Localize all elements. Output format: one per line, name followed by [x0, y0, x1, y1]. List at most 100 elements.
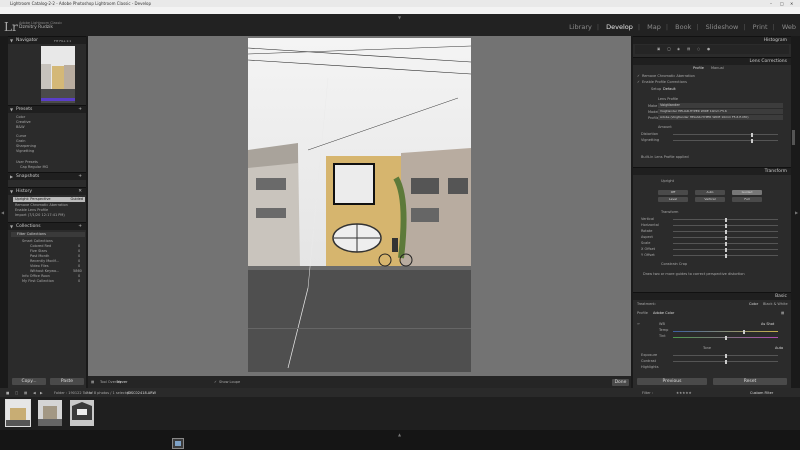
- crop-tool-icon[interactable]: ▣: [657, 47, 660, 51]
- copy-button[interactable]: Copy...: [12, 378, 46, 385]
- collection-set[interactable]: Smart Collections: [22, 239, 53, 243]
- slider-knob[interactable]: [725, 353, 727, 358]
- add-snapshot-icon[interactable]: +: [78, 174, 82, 179]
- collection-item[interactable]: My First Collection: [22, 279, 54, 283]
- maximize-icon[interactable]: □: [780, 1, 784, 6]
- photo-preview[interactable]: [248, 38, 471, 372]
- history-step[interactable]: Enable Lens Profile: [15, 208, 48, 212]
- filmstrip-toggle-icon[interactable]: ▲: [398, 432, 401, 437]
- preset-group[interactable]: B&W: [16, 125, 25, 129]
- add-preset-icon[interactable]: +: [78, 107, 82, 112]
- tool-overlay-select[interactable]: Never: [117, 380, 127, 384]
- setup-select[interactable]: Default: [663, 87, 676, 91]
- preset-group[interactable]: Vignetting: [16, 149, 34, 153]
- profile-corrections-checkbox[interactable]: ✓: [637, 80, 640, 84]
- contrast-slider[interactable]: [673, 359, 778, 364]
- collection-item[interactable]: Five Stars: [30, 249, 47, 253]
- preset-group[interactable]: Sharpening: [16, 144, 36, 148]
- slider-knob[interactable]: [725, 359, 727, 364]
- zoom-1-1[interactable]: 1:1: [66, 39, 71, 43]
- distortion-slider[interactable]: [673, 132, 778, 137]
- collection-filter-row[interactable]: Filter Collections: [11, 232, 85, 237]
- zoom-fill[interactable]: FILL: [59, 39, 65, 43]
- right-panel-scrollbar[interactable]: [792, 130, 795, 145]
- forward-arrow-icon[interactable]: ▶: [40, 391, 43, 395]
- treatment-color[interactable]: Color: [749, 302, 758, 306]
- done-button[interactable]: Done: [612, 378, 629, 386]
- grid-view-icon[interactable]: ▦: [24, 391, 27, 395]
- preset-item[interactable]: Cap Regular MG: [20, 165, 48, 169]
- preset-group[interactable]: Creative: [16, 120, 31, 124]
- exposure-slider[interactable]: [673, 353, 778, 358]
- left-panel-toggle-icon[interactable]: ◀: [1, 210, 4, 215]
- rating-filter[interactable]: ★★★★★: [676, 391, 692, 395]
- module-slideshow[interactable]: Slideshow: [706, 23, 739, 31]
- slider-knob[interactable]: [725, 217, 727, 222]
- history-row-selected[interactable]: Upright: Perspective Guided: [13, 197, 85, 202]
- wb-select[interactable]: As Shot: [761, 322, 774, 326]
- basic-header[interactable]: Basic: [633, 292, 791, 300]
- module-develop[interactable]: Develop: [606, 23, 633, 31]
- filmstrip-thumbnail-selected[interactable]: [5, 399, 31, 427]
- graduated-filter-icon[interactable]: ▤: [687, 47, 690, 51]
- slider-knob[interactable]: [725, 223, 727, 228]
- slider-knob[interactable]: [725, 247, 727, 252]
- upright-full-button[interactable]: Full: [732, 197, 762, 202]
- slider-knob[interactable]: [743, 329, 745, 334]
- module-print[interactable]: Print: [753, 23, 768, 31]
- slider-knob[interactable]: [725, 253, 727, 258]
- add-collection-icon[interactable]: +: [78, 224, 82, 229]
- collection-item[interactable]: Past Month: [30, 254, 49, 258]
- snapshots-header[interactable]: ▶ Snapshots +: [8, 172, 86, 180]
- rotate-slider[interactable]: [673, 229, 778, 234]
- back-arrow-icon[interactable]: ◀: [33, 391, 36, 395]
- radial-filter-icon[interactable]: ○: [697, 47, 700, 51]
- navigator-preview[interactable]: [41, 46, 75, 103]
- vertical-slider[interactable]: [673, 217, 778, 222]
- history-header[interactable]: ▼ History ✕: [8, 187, 86, 195]
- top-panel-toggle-icon[interactable]: ▼: [398, 15, 401, 20]
- profile-select[interactable]: Adobe (Voigtlander HELIAR-HYPER WIDE 10m…: [658, 115, 783, 120]
- transform-header[interactable]: Transform: [633, 167, 791, 175]
- treatment-bw[interactable]: Black & White: [763, 302, 788, 306]
- constrain-crop-checkbox[interactable]: Constrain Crop: [661, 262, 687, 266]
- chromatic-aberration-checkbox[interactable]: ✓: [637, 74, 640, 78]
- collection-item[interactable]: Video Files: [30, 264, 49, 268]
- horizontal-slider[interactable]: [673, 223, 778, 228]
- collection-item[interactable]: Colored Red: [30, 244, 51, 248]
- vignetting-slider[interactable]: [673, 138, 778, 143]
- filmstrip-thumbnail[interactable]: [38, 400, 62, 426]
- temp-slider[interactable]: [673, 329, 778, 334]
- monitor-2-icon[interactable]: □: [15, 391, 18, 395]
- upright-level-button[interactable]: Level: [658, 197, 688, 202]
- preset-group[interactable]: Grain: [16, 139, 26, 143]
- upright-auto-button[interactable]: Auto: [695, 190, 725, 195]
- slider-knob[interactable]: [751, 138, 753, 143]
- filter-select[interactable]: Custom Filter: [750, 391, 773, 395]
- collection-item[interactable]: Without Keywo...: [30, 269, 59, 273]
- tab-profile[interactable]: Profile: [693, 66, 704, 70]
- right-panel-toggle-icon[interactable]: ▶: [795, 210, 798, 215]
- aspect-slider[interactable]: [673, 235, 778, 240]
- scale-slider[interactable]: [673, 241, 778, 246]
- preset-group[interactable]: Color: [16, 115, 25, 119]
- profile-select[interactable]: Adobe Color: [653, 311, 674, 315]
- monitor-1-icon[interactable]: ■: [6, 391, 9, 395]
- show-loupe-checkbox[interactable]: ✓: [214, 380, 217, 384]
- make-select[interactable]: Voigtlander: [658, 103, 783, 108]
- histogram-header[interactable]: Histogram: [633, 36, 791, 44]
- history-step[interactable]: Import (7/1/20 12:17:41 PM): [15, 213, 65, 217]
- tint-slider[interactable]: [673, 335, 778, 340]
- module-library[interactable]: Library: [569, 23, 592, 31]
- tab-manual[interactable]: Manual: [711, 66, 724, 70]
- module-map[interactable]: Map: [647, 23, 661, 31]
- collection-item[interactable]: Recently Modif...: [30, 259, 59, 263]
- module-web[interactable]: Web: [782, 23, 796, 31]
- brush-icon[interactable]: ●: [707, 47, 710, 51]
- preset-group[interactable]: Curve: [16, 134, 26, 138]
- paste-button[interactable]: Paste: [50, 378, 84, 385]
- lens-corrections-header[interactable]: Lens Corrections: [633, 57, 791, 65]
- profile-browser-icon[interactable]: ▦: [781, 311, 784, 315]
- module-book[interactable]: Book: [675, 23, 691, 31]
- clear-history-icon[interactable]: ✕: [78, 189, 82, 194]
